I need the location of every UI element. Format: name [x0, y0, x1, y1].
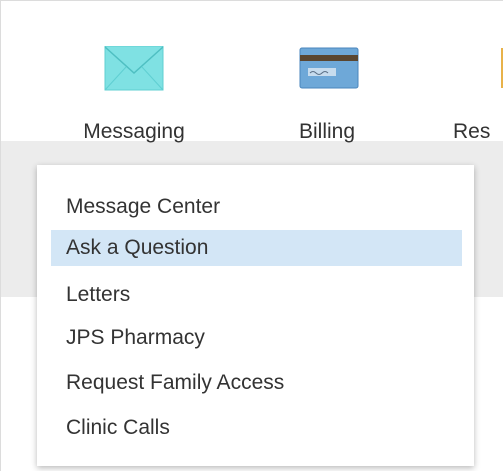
menu-item-request-family-access[interactable]: Request Family Access: [51, 365, 462, 401]
menu-item-jps-pharmacy[interactable]: JPS Pharmacy: [51, 320, 462, 356]
menu-item-letters[interactable]: Letters: [51, 277, 462, 313]
envelope-icon: [64, 45, 204, 91]
nav-item-messaging[interactable]: Messaging: [64, 1, 204, 143]
messaging-dropdown-menu: Message Center Ask a Question Letters JP…: [37, 165, 474, 466]
resources-icon: [453, 46, 503, 91]
credit-card-icon: [267, 46, 387, 91]
nav-label-resources: Res: [453, 120, 491, 143]
menu-item-message-center[interactable]: Message Center: [51, 189, 462, 225]
app-frame: Messaging Billing Res Message Center Ask…: [0, 0, 503, 471]
menu-item-ask-a-question[interactable]: Ask a Question: [51, 230, 462, 266]
menu-item-clinic-calls[interactable]: Clinic Calls: [51, 410, 462, 446]
nav-item-resources[interactable]: Res: [453, 1, 503, 143]
nav-label-billing: Billing: [298, 120, 356, 143]
top-nav: Messaging Billing Res: [1, 1, 503, 143]
nav-item-billing[interactable]: Billing: [267, 1, 387, 143]
nav-label-messaging: Messaging: [83, 120, 185, 143]
